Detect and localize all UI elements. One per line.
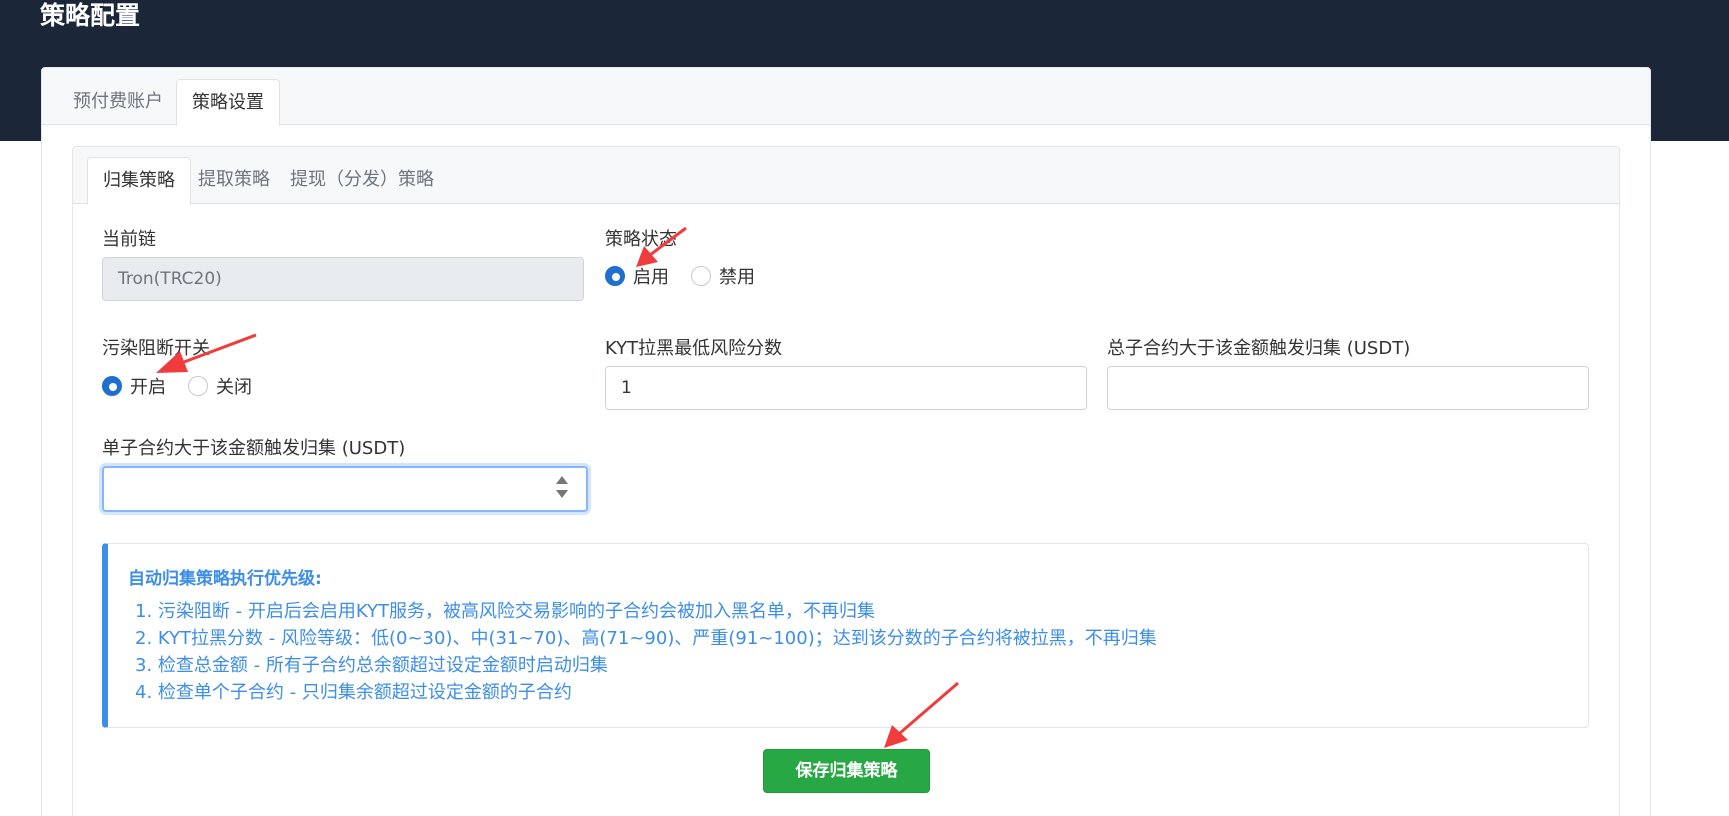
tab-strategy-settings[interactable]: 策略设置	[176, 79, 280, 126]
collection-strategy-card: 归集策略 提取策略 提现（分发）策略 当前链 Tron(TRC20) 策略状态 …	[72, 146, 1620, 816]
status-enable-radio[interactable]	[605, 266, 625, 286]
info-item: 4. 检查单个子合约 - 只归集余额超过设定金额的子合约	[135, 682, 572, 703]
current-chain-input: Tron(TRC20)	[102, 257, 584, 301]
status-enable-label[interactable]: 启用	[633, 263, 669, 289]
pollution-on-radio[interactable]	[102, 376, 122, 396]
total-amount-label: 总子合约大于该金额触发归集 (USDT)	[1107, 338, 1411, 359]
pollution-block-group: 开启 关闭	[102, 374, 274, 398]
info-list: 1. 污染阻断 - 开启后会启用KYT服务，被高风险交易影响的子合约会被加入黑名…	[135, 598, 1157, 706]
current-chain-label: 当前链	[102, 229, 156, 250]
info-item: 2. KYT拉黑分数 - 风险等级：低(0~30)、中(31~70)、高(71~…	[135, 628, 1157, 649]
inner-tab-bar: 归集策略 提取策略 提现（分发）策略	[73, 147, 1619, 205]
total-amount-input[interactable]	[1107, 366, 1589, 410]
outer-tab-bar: 预付费账户 策略设置	[42, 68, 1650, 126]
strategy-card: 预付费账户 策略设置 归集策略 提取策略 提现（分发）策略 当前链 Tron(T…	[41, 67, 1651, 816]
priority-info-box: 自动归集策略执行优先级: 1. 污染阻断 - 开启后会启用KYT服务，被高风险交…	[102, 543, 1589, 728]
tab-withdrawal-strategy[interactable]: 提现（分发）策略	[275, 157, 449, 205]
pollution-block-label: 污染阻断开关	[102, 338, 210, 359]
save-collection-strategy-button[interactable]: 保存归集策略	[763, 749, 930, 793]
tab-collection-strategy[interactable]: 归集策略	[87, 157, 191, 205]
tab-extraction-strategy[interactable]: 提取策略	[183, 157, 285, 205]
status-disable-radio[interactable]	[691, 266, 711, 286]
page-title: 策略配置	[40, 1, 141, 30]
info-item: 3. 检查总金额 - 所有子合约总余额超过设定金额时启动归集	[135, 655, 608, 676]
pollution-off-radio[interactable]	[188, 376, 208, 396]
strategy-status-group: 启用 禁用	[605, 264, 777, 288]
kyt-score-input[interactable]: 1	[605, 366, 1087, 410]
tab-prepaid-account[interactable]: 预付费账户	[58, 79, 178, 126]
single-amount-input[interactable]	[102, 466, 588, 512]
info-title: 自动归集策略执行优先级:	[128, 569, 322, 589]
single-amount-label: 单子合约大于该金额触发归集 (USDT)	[102, 438, 406, 459]
number-spinner[interactable]	[556, 476, 568, 500]
info-item: 1. 污染阻断 - 开启后会启用KYT服务，被高风险交易影响的子合约会被加入黑名…	[135, 601, 875, 622]
strategy-status-label: 策略状态	[605, 229, 677, 250]
spinner-up-icon[interactable]	[556, 476, 568, 484]
pollution-on-label[interactable]: 开启	[130, 373, 166, 399]
status-disable-label[interactable]: 禁用	[719, 263, 755, 289]
kyt-score-label: KYT拉黑最低风险分数	[605, 338, 783, 359]
pollution-off-label[interactable]: 关闭	[216, 373, 252, 399]
spinner-down-icon[interactable]	[556, 490, 568, 498]
